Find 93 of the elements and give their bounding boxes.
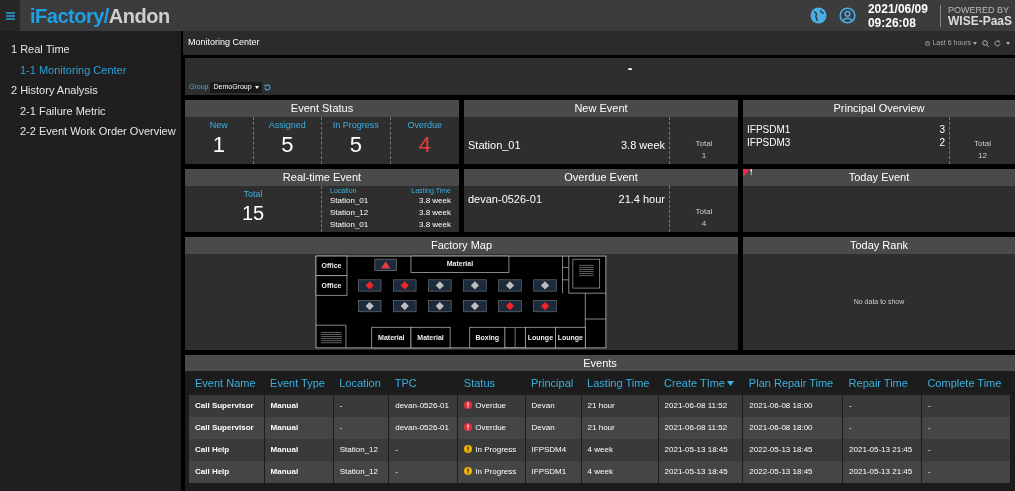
table-cell: 2021-05-13 21:45 xyxy=(842,461,922,483)
sidebar-item[interactable]: 2-2 Event Work Order Overview xyxy=(0,121,176,141)
column-header[interactable]: Location xyxy=(339,374,381,392)
row-label: Station_01 xyxy=(330,219,369,231)
column-header[interactable]: Principal xyxy=(531,374,574,392)
banner-title: - xyxy=(626,59,634,78)
sidebar-item[interactable]: 1-1 Monitoring Center xyxy=(0,60,127,80)
status-text: Overdue xyxy=(475,401,507,410)
menu-button[interactable] xyxy=(0,0,20,31)
total-label: Total xyxy=(695,138,713,150)
column-header[interactable]: Complete Time xyxy=(927,374,1002,392)
refresh-icon[interactable] xyxy=(994,39,1001,47)
stat-label: In Progress xyxy=(332,119,379,131)
total-value: 12 xyxy=(978,150,987,162)
panel-title: Event Status xyxy=(185,100,459,117)
column-header[interactable]: Repair Time xyxy=(848,374,908,392)
column-header[interactable]: Plan Repair Time xyxy=(748,374,834,392)
row-value: 3.8 week xyxy=(418,219,451,231)
table-cell: - xyxy=(388,461,458,483)
status-text: In Progress xyxy=(475,467,517,476)
stat-value: 4 xyxy=(418,131,431,159)
station-marker[interactable] xyxy=(532,279,557,291)
stat-label: Assigned xyxy=(268,119,306,131)
row-value: 2 xyxy=(939,136,945,149)
table-cell: 2021-05-13 18:45 xyxy=(658,461,743,483)
station-marker[interactable] xyxy=(462,279,487,291)
station-marker[interactable] xyxy=(357,279,381,291)
station-marker[interactable] xyxy=(427,279,451,291)
column-header[interactable]: Create TIme xyxy=(664,374,734,392)
stat-value: 1 xyxy=(212,131,225,159)
reset-icon[interactable] xyxy=(263,84,271,91)
column-header[interactable]: Event Type xyxy=(270,374,325,392)
table-cell: Station_12 xyxy=(333,461,389,483)
status-text: In Progress xyxy=(475,445,517,454)
current-time: 09:26:08 xyxy=(867,15,917,30)
caret-icon xyxy=(254,86,259,89)
panel-title: Principal Overview xyxy=(743,100,1015,117)
row-label: IFPSDM3 xyxy=(747,136,791,149)
total-value: 1 xyxy=(701,150,707,162)
panel-title: Factory Map xyxy=(185,237,738,254)
stat-label: New xyxy=(209,119,228,131)
sidebar-item[interactable]: 2-1 Failure Metric xyxy=(0,101,106,121)
panel-title: New Event xyxy=(464,100,738,117)
table-cell: Manual xyxy=(264,461,334,483)
row-value: 3.8 week xyxy=(620,138,665,152)
panel-title: Real-time Event xyxy=(185,169,459,186)
dashboard-title: Monitoring Center xyxy=(188,36,260,50)
total-label: Total xyxy=(243,188,263,201)
caret-icon[interactable] xyxy=(1006,41,1010,45)
column-header[interactable]: Event Name xyxy=(195,374,256,392)
user-icon[interactable] xyxy=(838,7,856,24)
row-value: 21.4 hour xyxy=(618,192,665,206)
panel-title: Events xyxy=(185,355,1015,371)
total-label: Total xyxy=(974,138,991,150)
app-logo: iFactory/Andon xyxy=(30,3,170,29)
globe-icon[interactable] xyxy=(809,7,827,24)
panel-title: Overdue Event xyxy=(464,169,738,186)
status-text: Overdue xyxy=(475,423,507,432)
table-cell: IFPSDM1 xyxy=(525,461,582,483)
sidebar-item[interactable]: 2 History Analysis xyxy=(0,80,98,101)
zoom-out-icon[interactable] xyxy=(982,39,989,47)
total-value: 4 xyxy=(701,218,707,230)
current-date: 2021/06/09 xyxy=(867,1,928,16)
row-label: Station_01 xyxy=(468,138,521,152)
row-label: devan-0526-01 xyxy=(468,192,542,206)
stat-value: 5 xyxy=(281,131,294,159)
table-cell: 2022-05-13 18:45 xyxy=(742,461,843,483)
panel-title: Today Event xyxy=(743,169,1015,186)
row-value: 3.8 week xyxy=(418,207,451,219)
table-cell: - xyxy=(921,461,1011,483)
clock-icon xyxy=(925,40,931,46)
total-value: 15 xyxy=(241,201,265,224)
row-value: 3.8 week xyxy=(418,195,451,207)
stat-label: Overdue xyxy=(407,119,442,131)
total-label: Total xyxy=(695,206,713,218)
column-header[interactable]: Status xyxy=(463,374,496,392)
table-cell: 4 week xyxy=(581,461,659,483)
menu-icon xyxy=(5,11,15,20)
row-label: IFPSDM1 xyxy=(747,123,791,136)
row-value: 3 xyxy=(939,123,945,136)
platform-name: WISE-PaaS xyxy=(947,15,1012,27)
panel-title: Today Rank xyxy=(743,237,1015,254)
row-label: Station_01 xyxy=(330,195,369,207)
row-label: Station_12 xyxy=(330,207,369,219)
column-header[interactable]: TPC xyxy=(394,374,417,392)
caret-icon xyxy=(973,41,977,45)
station-marker[interactable] xyxy=(392,279,416,291)
table-cell: Call Help xyxy=(189,461,265,483)
column-header[interactable]: Lasting Time xyxy=(587,374,650,392)
stat-value: 5 xyxy=(349,131,362,159)
sidebar-item[interactable]: 1 Real Time xyxy=(0,39,70,60)
powered-by-label: POWERED BY xyxy=(947,4,1010,16)
station-marker[interactable] xyxy=(497,279,522,291)
